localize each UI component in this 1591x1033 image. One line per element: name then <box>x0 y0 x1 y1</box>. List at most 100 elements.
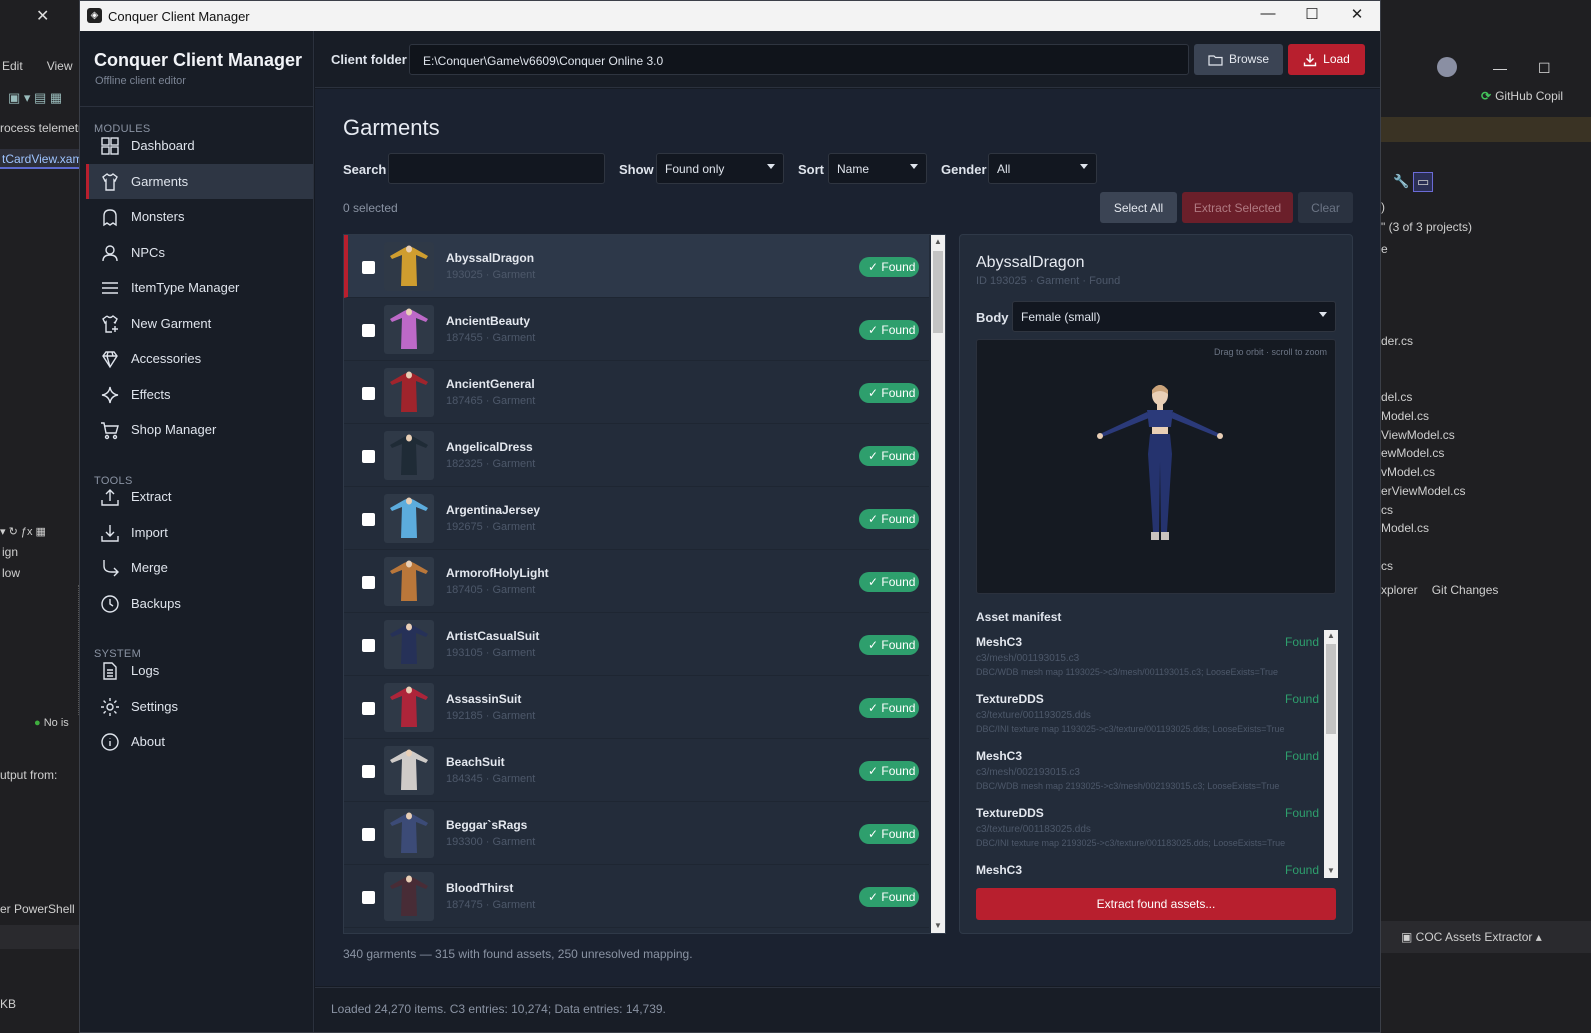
asset-detail: DBC/INI texture map 2193025->c3/texture/… <box>976 838 1286 848</box>
solution-file[interactable]: Model.cs <box>1381 521 1429 535</box>
garment-thumbnail <box>384 242 434 291</box>
list-item[interactable]: Beggar`sRags 193300 · Garment ✓ Found <box>344 802 929 865</box>
row-checkbox[interactable] <box>362 639 375 652</box>
ide-menu-edit[interactable]: Edit <box>2 59 23 73</box>
garment-summary: 340 garments — 315 with found assets, 25… <box>343 947 693 961</box>
sidebar-item-effects[interactable]: Effects <box>86 377 313 412</box>
github-copilot-button[interactable]: ⟳ GitHub Copil <box>1481 89 1563 103</box>
ide-pin-icon[interactable]: ▭ <box>1413 172 1434 192</box>
list-item[interactable]: ArgentinaJersey 192675 · Garment ✓ Found <box>344 487 929 550</box>
sort-select[interactable]: Name <box>828 153 927 184</box>
row-checkbox[interactable] <box>362 513 375 526</box>
sidebar-item-import[interactable]: Import <box>86 515 313 550</box>
search-input[interactable] <box>388 153 605 184</box>
solution-file[interactable]: cs <box>1381 559 1393 573</box>
sidebar-item-npcs[interactable]: NPCs <box>86 235 313 270</box>
list-item[interactable]: AncientBeauty 187455 · Garment ✓ Found <box>344 298 929 361</box>
list-item[interactable]: BeachSuit 184345 · Garment ✓ Found <box>344 739 929 802</box>
ide-mini-toolbar[interactable]: ▾ ↻ ƒx ▦ <box>0 525 79 541</box>
solution-file[interactable]: der.cs <box>1381 334 1413 348</box>
clear-button[interactable]: Clear <box>1298 192 1353 223</box>
ide-editor-tab[interactable]: tCardView.xam <box>0 149 79 169</box>
solution-file[interactable]: del.cs <box>1381 390 1412 404</box>
sidebar-item-label: Dashboard <box>131 138 195 153</box>
row-checkbox[interactable] <box>362 387 375 400</box>
sidebar-item-new-garment[interactable]: New Garment <box>86 306 313 341</box>
list-item[interactable]: AngelicalDress 182325 · Garment ✓ Found <box>344 424 929 487</box>
body-select[interactable]: Female (small) <box>1012 301 1336 332</box>
sidebar-item-label: ItemType Manager <box>131 280 240 295</box>
row-checkbox[interactable] <box>362 828 375 841</box>
scroll-thumb[interactable] <box>933 251 943 333</box>
browse-button[interactable]: Browse <box>1194 44 1283 75</box>
list-scrollbar[interactable]: ▲ ▼ <box>931 235 945 933</box>
scroll-thumb[interactable] <box>1326 644 1336 734</box>
ide-wrench-tool[interactable]: 🔧 ▭ <box>1393 172 1434 192</box>
row-checkbox[interactable] <box>362 324 375 337</box>
maximize-button[interactable]: ☐ <box>1297 5 1327 23</box>
sidebar-item-label: Shop Manager <box>131 422 217 437</box>
solution-file[interactable]: erViewModel.cs <box>1381 484 1465 498</box>
row-checkbox[interactable] <box>362 450 375 463</box>
list-item[interactable]: ArtistCasualSuit 193105 · Garment ✓ Foun… <box>344 613 929 676</box>
list-item[interactable]: AncientGeneral 187465 · Garment ✓ Found <box>344 361 929 424</box>
client-folder-input[interactable]: E:\Conquer\Game\v6609\Conquer Online 3.0 <box>409 44 1189 75</box>
ide-band <box>0 925 79 949</box>
download-icon <box>1303 53 1317 67</box>
ide-close-icon[interactable]: ✕ <box>36 6 49 26</box>
ide-toolbar-icons[interactable]: ▣ ▾ ▤ ▦ <box>8 90 62 106</box>
list-item[interactable]: AbyssalDragon 193025 · Garment ✓ Found <box>344 235 929 298</box>
sidebar-item-dashboard[interactable]: Dashboard <box>86 128 313 163</box>
tab-explorer[interactable]: xplorer <box>1381 583 1418 597</box>
coc-assets-extractor-button[interactable]: ▣ COC Assets Extractor ▴ <box>1401 930 1542 944</box>
sidebar-item-garments[interactable]: Garments <box>86 163 313 199</box>
extract-found-assets-button[interactable]: Extract found assets... <box>976 888 1336 920</box>
show-select[interactable]: Found only <box>656 153 784 184</box>
ide-menu-view[interactable]: View <box>47 59 73 73</box>
row-checkbox[interactable] <box>362 765 375 778</box>
sidebar-item-shop-manager[interactable]: Shop Manager <box>86 412 313 447</box>
tab-git-changes[interactable]: Git Changes <box>1432 583 1499 597</box>
solution-file[interactable]: ViewModel.cs <box>1381 428 1455 442</box>
sidebar-item-extract[interactable]: Extract <box>86 479 313 514</box>
solution-file[interactable]: Model.cs <box>1381 409 1429 423</box>
sidebar-item-merge[interactable]: Merge <box>86 550 313 585</box>
row-checkbox[interactable] <box>362 261 375 274</box>
gender-select[interactable]: All <box>988 153 1097 184</box>
scroll-down-icon[interactable]: ▼ <box>934 921 942 930</box>
list-item[interactable]: BloodThirst 187475 · Garment ✓ Found <box>344 865 929 928</box>
sidebar-item-itemtype-manager[interactable]: ItemType Manager <box>86 270 313 305</box>
sidebar-item-accessories[interactable]: Accessories <box>86 341 313 376</box>
ide-maximize-icon[interactable]: ☐ <box>1538 60 1551 77</box>
sidebar-item-monsters[interactable]: Monsters <box>86 199 313 234</box>
sidebar-item-logs[interactable]: Logs <box>86 653 313 688</box>
sidebar-item-settings[interactable]: Settings <box>86 689 313 724</box>
list-item[interactable]: ArmorofHolyLight 187405 · Garment ✓ Foun… <box>344 550 929 613</box>
manifest-scrollbar[interactable]: ▲ ▼ <box>1324 630 1338 878</box>
scroll-up-icon[interactable]: ▲ <box>1327 631 1335 640</box>
minimize-button[interactable]: — <box>1253 5 1283 22</box>
garment-name: AncientBeauty <box>446 314 531 328</box>
load-button[interactable]: Load <box>1288 44 1365 75</box>
row-checkbox[interactable] <box>362 576 375 589</box>
extract-selected-button[interactable]: Extract Selected <box>1182 192 1293 223</box>
solution-file[interactable]: vModel.cs <box>1381 465 1435 479</box>
status-badge: ✓ Found <box>859 761 919 781</box>
close-button[interactable]: ✕ <box>1342 5 1372 23</box>
asset-path: c3/mesh/001193015.c3 <box>976 653 1080 664</box>
avatar[interactable] <box>1437 57 1457 77</box>
model-viewer[interactable]: Drag to orbit · scroll to zoom <box>976 339 1336 594</box>
scroll-down-icon[interactable]: ▼ <box>1327 866 1335 875</box>
solution-file[interactable]: ewModel.cs <box>1381 446 1444 460</box>
list-item[interactable]: AssassinSuit 192185 · Garment ✓ Found <box>344 676 929 739</box>
solution-file[interactable]: cs <box>1381 503 1393 517</box>
scroll-up-icon[interactable]: ▲ <box>934 237 942 246</box>
sidebar-item-about[interactable]: About <box>86 724 313 759</box>
ide-minimize-icon[interactable]: — <box>1493 60 1507 76</box>
select-all-button[interactable]: Select All <box>1100 192 1177 223</box>
asset-kind: MeshC3 <box>976 749 1023 763</box>
sidebar-item-backups[interactable]: Backups <box>86 586 313 621</box>
status-badge: ✓ Found <box>859 887 919 907</box>
row-checkbox[interactable] <box>362 702 375 715</box>
row-checkbox[interactable] <box>362 891 375 904</box>
